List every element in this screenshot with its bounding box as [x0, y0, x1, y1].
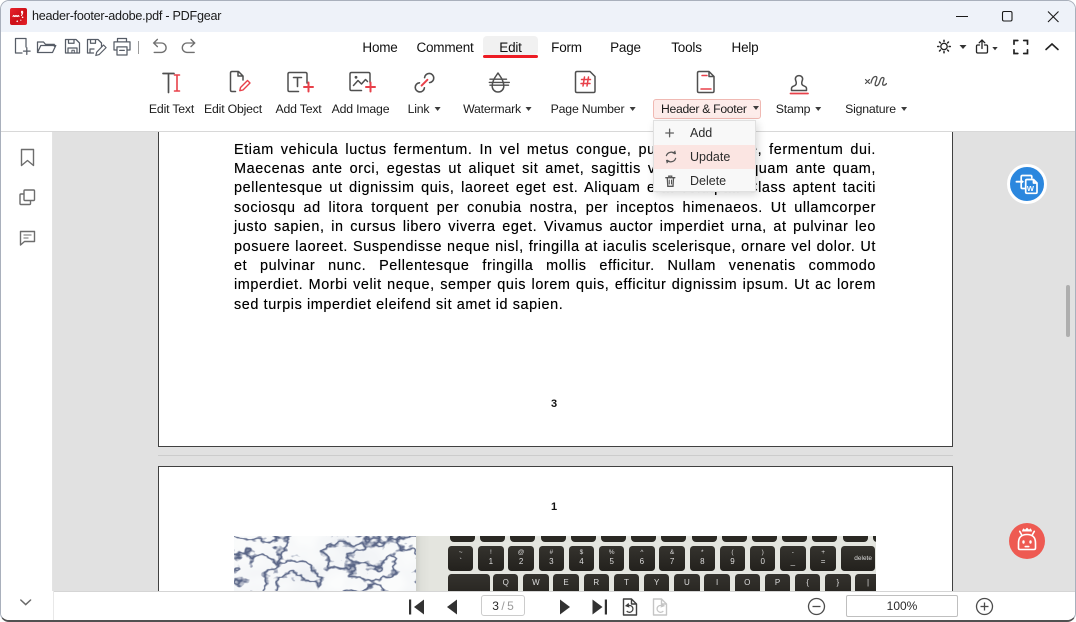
svg-text:W: W	[1027, 184, 1035, 193]
